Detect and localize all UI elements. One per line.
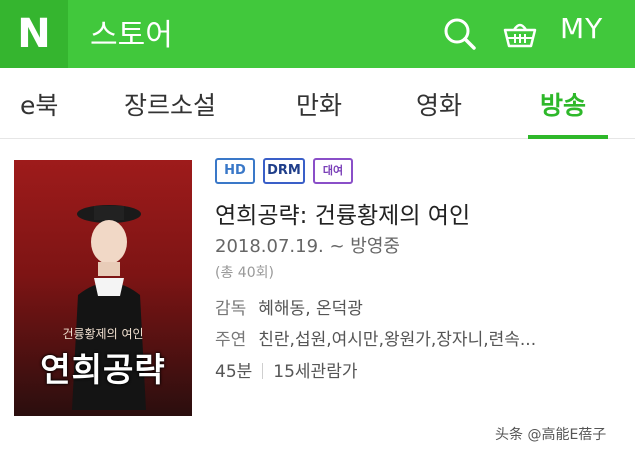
- cover-title: 연희공략: [40, 350, 166, 389]
- cast-names: 친란,섭원,여시만,왕원가,장자니,련속...: [258, 330, 537, 350]
- director-label: 감독: [215, 299, 247, 319]
- director-names: 혜해동, 온덕광: [258, 299, 363, 319]
- episode-count: (총 40회): [215, 265, 274, 281]
- page-title: 스토어: [90, 18, 173, 53]
- meta-row: 45분 15세관람가: [215, 357, 357, 382]
- search-icon[interactable]: [440, 14, 480, 54]
- cover-image[interactable]: 건륭황제의 여인 연희공략: [14, 160, 192, 416]
- active-tab-indicator: [528, 135, 608, 139]
- divider: [262, 363, 264, 379]
- tab-broadcast[interactable]: 방송: [540, 86, 586, 122]
- director-row: 감독 혜해동, 온덕광: [215, 294, 363, 319]
- naver-logo[interactable]: N: [0, 0, 68, 68]
- my-button[interactable]: MY: [560, 12, 603, 45]
- hd-badge: HD: [215, 158, 255, 184]
- cover-subtitle: 건륭황제의 여인: [62, 327, 144, 341]
- cast-row: 주연 친란,섭원,여시만,왕원가,장자니,련속...: [215, 325, 536, 350]
- watermark: 头条 @高能E蓓子: [495, 427, 607, 443]
- logo-letter: N: [17, 11, 51, 57]
- app-header: N 스토어 MY: [0, 0, 635, 68]
- age-rating: 15세관람가: [273, 362, 358, 382]
- tab-comics[interactable]: 만화: [296, 86, 342, 122]
- cast-label: 주연: [215, 330, 247, 350]
- tab-movie[interactable]: 영화: [416, 86, 462, 122]
- air-date: 2018.07.19. ~ 방영중: [215, 236, 400, 257]
- rental-badge: 대여: [313, 158, 353, 184]
- product-title[interactable]: 연희공략: 건륭황제의 여인: [215, 196, 470, 230]
- basket-icon[interactable]: [500, 14, 540, 54]
- duration: 45분: [215, 362, 253, 382]
- category-tabs: e북 장르소설 만화 영화 방송: [0, 68, 635, 139]
- tab-ebook[interactable]: e북: [20, 86, 58, 122]
- tab-genre-novel[interactable]: 장르소설: [124, 86, 216, 122]
- drm-badge: DRM: [263, 158, 305, 184]
